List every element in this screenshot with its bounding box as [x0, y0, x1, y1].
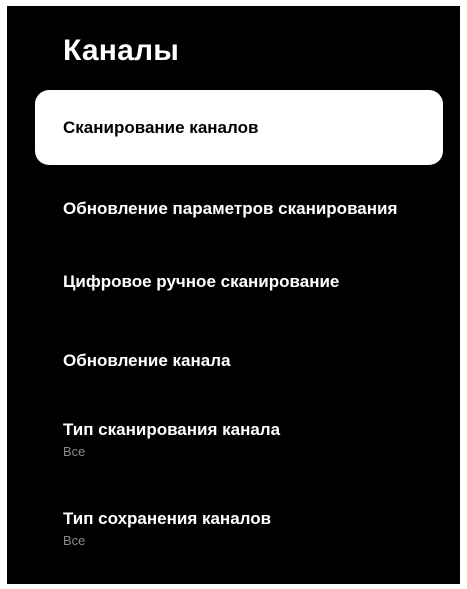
menu-item-label: Цифровое ручное сканирование [63, 272, 340, 291]
menu-item-value: Все [63, 533, 86, 548]
page-title: Каналы [63, 34, 180, 67]
menu-item-label: Обновление параметров сканирования [63, 199, 398, 218]
menu-item-value: Все [63, 444, 86, 459]
menu-item-scan-parameters-update[interactable]: Обновление параметров сканирования [35, 199, 443, 219]
menu-item-digital-manual-scan[interactable]: Цифровое ручное сканирование [35, 272, 443, 292]
menu-item-label: Тип сохранения каналов [63, 509, 272, 528]
tv-settings-screen: Каналы Сканирование каналов Обновление п… [7, 6, 460, 584]
menu-item-label: Сканирование каналов [63, 117, 259, 137]
menu-item-label: Тип сканирования канала [63, 420, 281, 439]
menu-item-channel-scan[interactable]: Сканирование каналов [35, 90, 443, 165]
menu-item-channel-update[interactable]: Обновление канала [35, 351, 443, 371]
menu-item-channel-store-type[interactable]: Тип сохранения каналов Все [35, 509, 443, 549]
menu-item-channel-scan-type[interactable]: Тип сканирования канала Все [35, 420, 443, 460]
menu-item-label: Обновление канала [63, 351, 231, 370]
